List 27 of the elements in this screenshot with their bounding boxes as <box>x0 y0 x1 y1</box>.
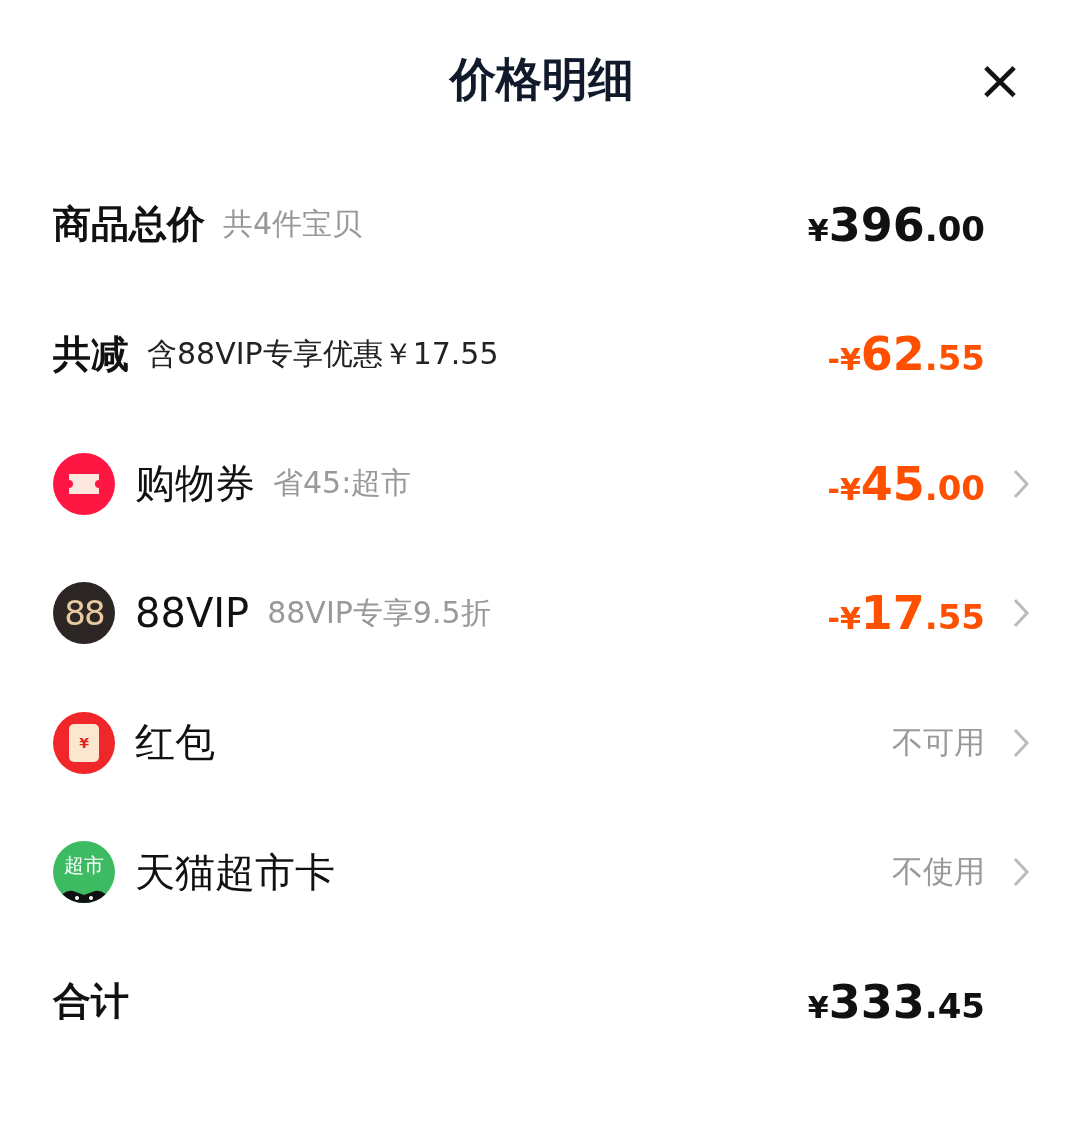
price: ¥333.45 <box>807 974 985 1029</box>
sheet-title: 价格明细 <box>449 51 634 108</box>
status-text: 不可用 <box>892 722 985 762</box>
status-text: 不使用 <box>892 852 985 892</box>
row-note: 88VIP专享9.5折 <box>267 593 491 632</box>
price: -¥17.55 <box>827 586 985 641</box>
close-button[interactable]: × <box>970 50 1030 110</box>
envelope-icon: ¥ <box>53 711 115 774</box>
market-card-icon: 超市 <box>53 841 115 904</box>
row-label: 红包 <box>135 718 215 768</box>
chevron-icon[interactable] <box>1012 856 1030 889</box>
row-label: 合计 <box>53 978 129 1026</box>
price: -¥45.00 <box>827 456 985 511</box>
row-label: 天猫超市卡 <box>135 847 335 897</box>
row-label: 商品总价 <box>53 201 205 249</box>
price: -¥62.55 <box>827 327 985 382</box>
chevron-icon[interactable] <box>1012 597 1030 630</box>
row-label: 共减 <box>53 330 129 378</box>
row-note: 含88VIP专享优惠￥17.55 <box>147 334 499 373</box>
row-label: 购物券 <box>135 459 255 509</box>
chevron-icon[interactable] <box>1012 726 1030 759</box>
row-label: 88VIP <box>135 590 250 637</box>
vip-badge-icon: 88 <box>53 582 115 645</box>
row-note: 省45:超市 <box>273 464 412 503</box>
chevron-icon[interactable] <box>1012 467 1030 500</box>
row-note: 共4件宝贝 <box>223 205 363 244</box>
price: ¥396.00 <box>807 197 985 252</box>
